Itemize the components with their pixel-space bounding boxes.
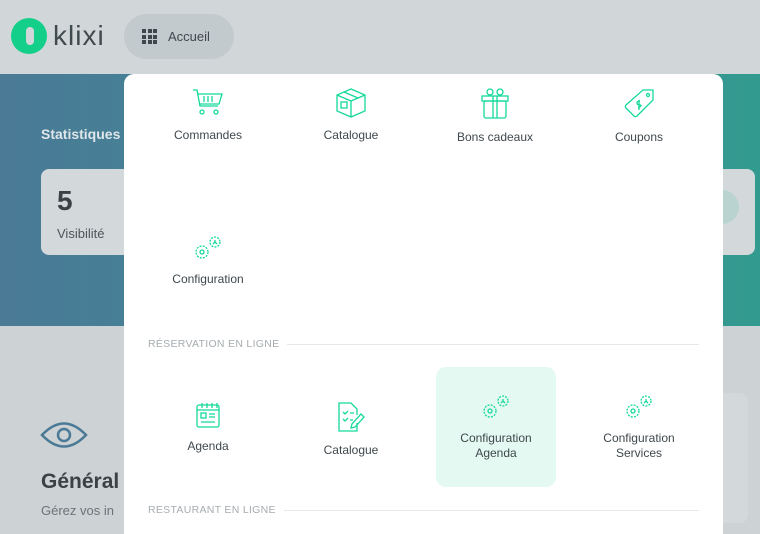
menu-item-catalogue[interactable]: Catalogue: [291, 88, 411, 208]
section-title: RÉSERVATION EN LIGNE: [148, 338, 280, 350]
menu-item-label: Catalogue: [323, 128, 379, 142]
menu-item-label: Configuration: [172, 272, 244, 286]
menu-item-label: Agenda: [187, 439, 229, 453]
section-header-restaurant: RESTAURANT EN LIGNE: [148, 504, 699, 516]
tag-icon: [624, 89, 654, 118]
box-icon: [336, 88, 366, 118]
menu-item-agenda[interactable]: Agenda: [148, 401, 268, 521]
klixi-logo[interactable]: klixi: [11, 18, 105, 54]
gift-icon: [481, 88, 509, 119]
menu-item-label: Configuration Services: [603, 431, 675, 460]
menu-item-label: Commandes: [173, 128, 243, 142]
gears-icon: [195, 236, 221, 259]
menu-item-reservation-catalogue[interactable]: Catalogue: [291, 401, 411, 521]
menu-item-coupons[interactable]: Coupons: [579, 88, 699, 208]
general-title: Général: [41, 470, 120, 493]
menu-item-configuration-services[interactable]: Configuration Services: [579, 367, 699, 487]
general-desc: Gérez vos in: [41, 503, 114, 518]
top-header: klixi Accueil: [0, 0, 760, 74]
menu-item-commandes[interactable]: Commandes: [148, 88, 268, 208]
menu-item-label: Catalogue: [323, 443, 379, 457]
home-label: Accueil: [168, 29, 210, 44]
section-title: RESTAURANT EN LIGNE: [148, 504, 276, 516]
stats-title: Statistiques: [41, 126, 121, 142]
menu-item-configuration[interactable]: Configuration: [148, 234, 268, 354]
gears-icon: [626, 395, 652, 418]
cart-icon: [193, 89, 223, 115]
stat-value: 5: [57, 185, 73, 216]
checklist-icon: [338, 402, 365, 432]
menu-item-label: Configuration Agenda: [460, 431, 532, 460]
app-menu-dropdown: Commandes Catalogue Bons cadeaux Coupons…: [124, 74, 723, 534]
menu-item-bons-cadeaux[interactable]: Bons cadeaux: [435, 88, 555, 208]
gears-icon: [483, 395, 509, 418]
menu-item-label: Bons cadeaux: [456, 130, 534, 144]
logo-mark-icon: [11, 18, 47, 54]
menu-item-label: Coupons: [614, 130, 664, 144]
logo-text: klixi: [53, 20, 105, 51]
menu-item-configuration-agenda[interactable]: Configuration Agenda: [436, 367, 556, 487]
section-header-reservation: RÉSERVATION EN LIGNE: [148, 338, 699, 350]
home-menu-button[interactable]: Accueil: [124, 14, 234, 59]
grid-icon: [142, 29, 157, 44]
stat-label: Visibilité: [57, 226, 105, 241]
calendar-icon: [196, 403, 220, 428]
eye-icon: [40, 422, 88, 448]
